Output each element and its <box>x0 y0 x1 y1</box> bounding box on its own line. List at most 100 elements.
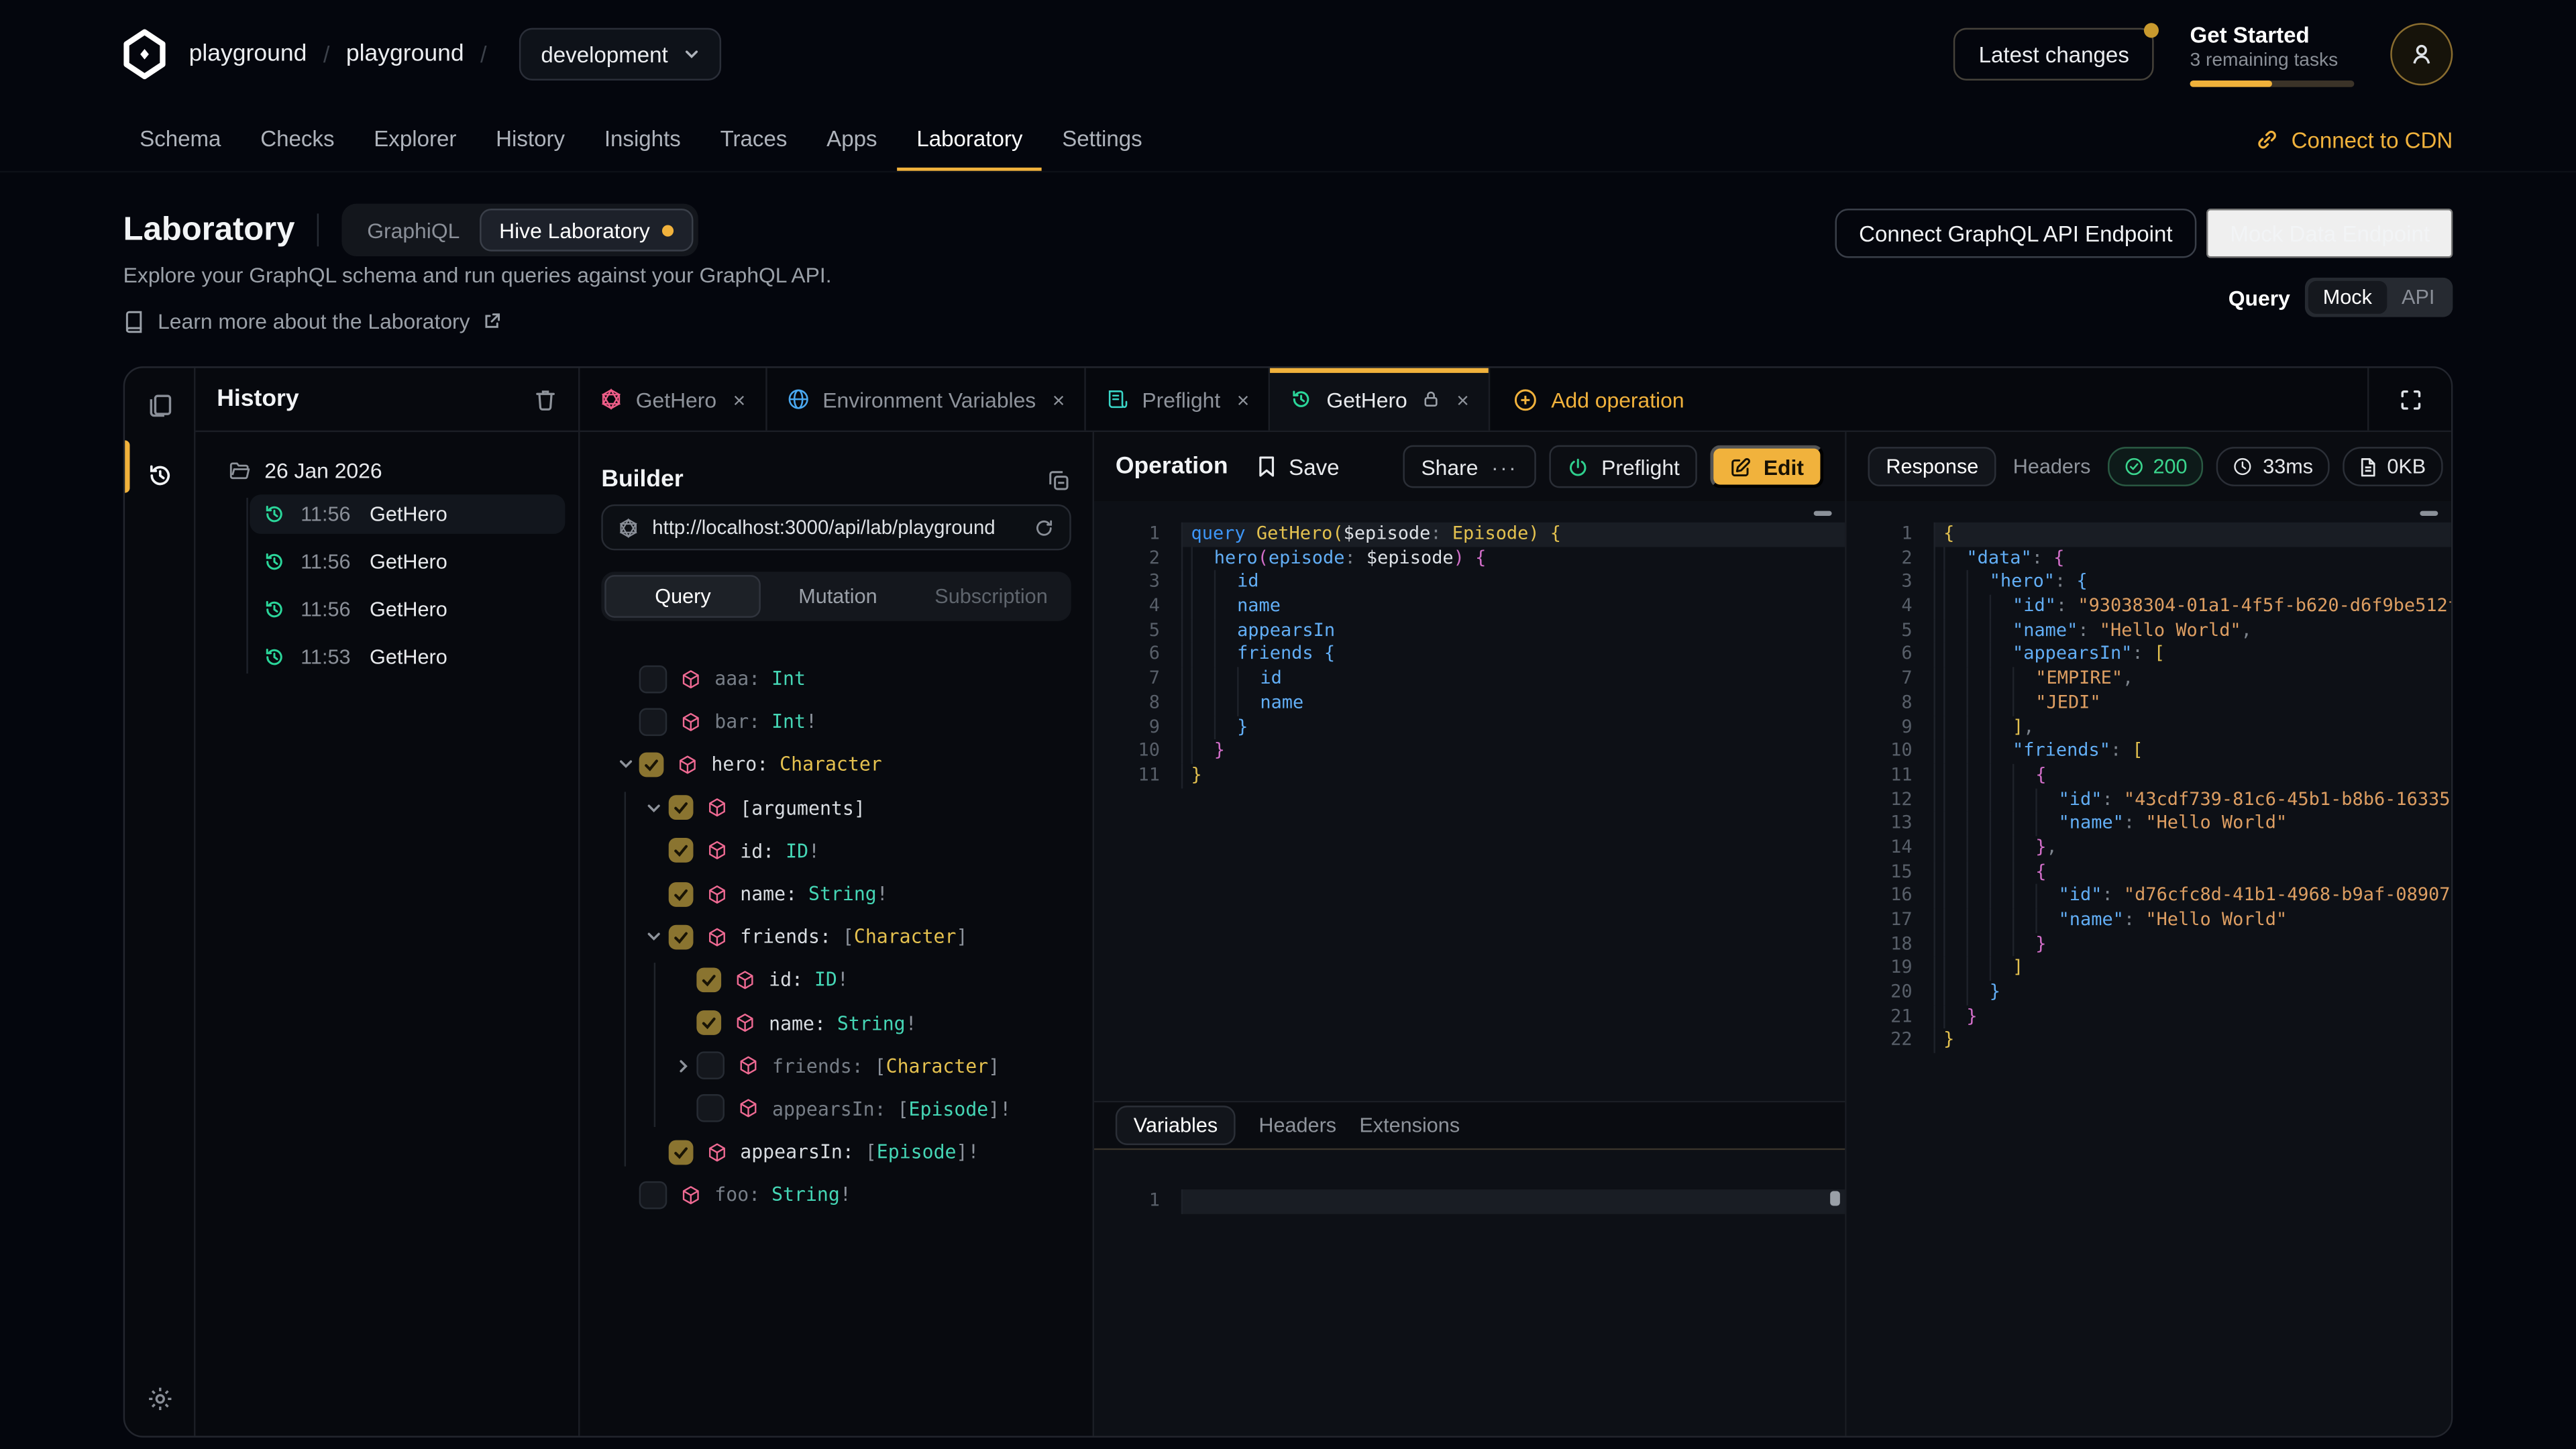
code-line[interactable]: 1{ <box>1847 523 2451 547</box>
scrollbar-thumb[interactable] <box>1830 1191 1840 1206</box>
tree-row[interactable]: aaa: Int <box>601 657 1071 700</box>
tab-variables[interactable]: Variables <box>1116 1106 1236 1145</box>
code-line[interactable]: 9], <box>1847 716 2451 740</box>
field-checkbox[interactable] <box>696 967 721 992</box>
code-line[interactable]: 3"hero": { <box>1847 571 2451 595</box>
history-item[interactable]: 11:56GetHero <box>250 590 565 629</box>
endpoint-url-field[interactable]: http://localhost:3000/api/lab/playground <box>601 504 1071 551</box>
code-line[interactable]: 1query GetHero($episode: Episode) { <box>1094 523 1845 547</box>
tree-row[interactable]: appearsIn: [Episode]! <box>601 1087 1071 1130</box>
connect-endpoint-button[interactable]: Connect GraphQL API Endpoint <box>1834 209 2197 258</box>
nav-item-explorer[interactable]: Explorer <box>354 109 476 171</box>
nav-item-insights[interactable]: Insights <box>584 109 700 171</box>
code-line[interactable]: 4name <box>1094 595 1845 619</box>
field-checkbox[interactable] <box>639 665 667 693</box>
tab-response[interactable]: Response <box>1868 447 1996 486</box>
code-line[interactable]: 15{ <box>1847 860 2451 884</box>
field-checkbox[interactable] <box>668 796 693 820</box>
code-line[interactable]: 10"friends": [ <box>1847 740 2451 764</box>
get-started-widget[interactable]: Get Started 3 remaining tasks <box>2190 22 2354 87</box>
collapse-copy-icon[interactable] <box>1046 468 1071 492</box>
field-checkbox[interactable] <box>668 924 693 949</box>
minimize-editor-icon[interactable] <box>1814 511 1832 516</box>
code-line[interactable]: 14}, <box>1847 836 2451 860</box>
connect-to-cdn-link[interactable]: Connect to CDN <box>2255 109 2453 171</box>
close-icon[interactable]: × <box>1456 387 1469 412</box>
tree-row[interactable]: name: String! <box>601 1002 1071 1044</box>
code-line[interactable]: 7"EMPIRE", <box>1847 667 2451 692</box>
chevron-down-icon[interactable] <box>611 757 639 773</box>
builder-tab-query[interactable]: Query <box>604 575 761 618</box>
nav-item-settings[interactable]: Settings <box>1042 109 1162 171</box>
operation-tab[interactable]: Environment Variables× <box>767 368 1086 431</box>
tree-row[interactable]: [arguments] <box>601 786 1071 829</box>
preflight-button[interactable]: Preflight <box>1549 445 1698 488</box>
save-button[interactable]: Save <box>1258 454 1340 479</box>
add-operation-button[interactable]: Add operation <box>1491 368 1707 431</box>
operation-tab[interactable]: GetHero× <box>580 368 767 431</box>
code-line[interactable]: 21} <box>1847 1005 2451 1029</box>
user-avatar[interactable] <box>2390 23 2453 85</box>
field-checkbox[interactable] <box>639 1181 667 1209</box>
tree-row[interactable]: name: String! <box>601 872 1071 915</box>
code-line[interactable]: 11} <box>1094 763 1845 788</box>
code-line[interactable]: 20} <box>1847 981 2451 1005</box>
history-date-group[interactable]: 26 Jan 2026 <box>209 450 565 490</box>
refresh-icon[interactable] <box>1033 517 1055 538</box>
tree-row[interactable]: foo: String! <box>601 1173 1071 1216</box>
api-option[interactable]: API <box>2387 281 2449 314</box>
tab-headers[interactable]: Headers <box>1258 1114 1336 1136</box>
field-checkbox[interactable] <box>639 753 664 777</box>
documents-icon[interactable] <box>146 391 174 419</box>
history-item[interactable]: 11:56GetHero <box>250 494 565 534</box>
tab-response-headers[interactable]: Headers <box>2013 455 2091 478</box>
code-line[interactable]: 6friends { <box>1094 643 1845 667</box>
chevron-down-icon[interactable] <box>640 928 668 945</box>
mock-endpoint-button[interactable]: Mock Data Endpoint <box>2207 209 2453 258</box>
code-line[interactable]: 11{ <box>1847 763 2451 788</box>
latest-changes-button[interactable]: Latest changes <box>1954 28 2154 80</box>
code-line[interactable]: 2hero(episode: $episode) { <box>1094 547 1845 571</box>
nav-item-checks[interactable]: Checks <box>241 109 354 171</box>
code-line[interactable]: 4"id": "93038304-01a1-4f5f-b620-d6f9be51… <box>1847 595 2451 619</box>
chevron-right-icon[interactable] <box>669 1058 697 1074</box>
code-line[interactable]: 19] <box>1847 957 2451 981</box>
target-selector[interactable]: development <box>520 28 721 80</box>
nav-item-laboratory[interactable]: Laboratory <box>897 109 1042 171</box>
field-checkbox[interactable] <box>696 1010 721 1035</box>
share-button[interactable]: Share ··· <box>1403 445 1536 488</box>
code-line[interactable]: 10} <box>1094 740 1845 764</box>
code-line[interactable]: 8"JEDI" <box>1847 692 2451 716</box>
code-line[interactable]: 1 <box>1094 1189 1845 1214</box>
mock-option[interactable]: Mock <box>2308 281 2387 314</box>
learn-more-link[interactable]: Learn more about the Laboratory <box>123 309 832 333</box>
share-menu-dots-icon[interactable]: ··· <box>1491 454 1517 479</box>
nav-item-history[interactable]: History <box>476 109 585 171</box>
gear-icon[interactable] <box>146 1385 174 1413</box>
code-line[interactable]: 13"name": "Hello World" <box>1847 812 2451 836</box>
operation-tab[interactable]: GetHero× <box>1271 368 1491 431</box>
history-rail-icon[interactable] <box>146 462 174 490</box>
close-icon[interactable]: × <box>1053 387 1065 412</box>
field-checkbox[interactable] <box>668 839 693 863</box>
chevron-down-icon[interactable] <box>640 800 668 816</box>
response-json-viewer[interactable]: 1{2"data": {3"hero": {4"id": "93038304-0… <box>1847 501 2451 1436</box>
code-line[interactable]: 9} <box>1094 716 1845 740</box>
trash-icon[interactable] <box>534 387 557 412</box>
tree-row[interactable]: bar: Int! <box>601 700 1071 743</box>
close-icon[interactable]: × <box>1237 387 1250 412</box>
close-icon[interactable]: × <box>733 387 746 412</box>
code-line[interactable]: 2"data": { <box>1847 547 2451 571</box>
code-line[interactable]: 5"name": "Hello World", <box>1847 619 2451 643</box>
code-line[interactable]: 22} <box>1847 1029 2451 1053</box>
field-checkbox[interactable] <box>639 708 667 736</box>
breadcrumb-project[interactable]: playground <box>346 41 464 67</box>
hive-laboratory-mode-option[interactable]: Hive Laboratory <box>480 209 693 252</box>
edit-button[interactable]: Edit <box>1711 445 1823 488</box>
graphiql-mode-option[interactable]: GraphiQL <box>347 217 480 242</box>
nav-item-apps[interactable]: Apps <box>807 109 897 171</box>
code-line[interactable]: 12"id": "43cdf739-81c6-45b1-b8b6-163356f… <box>1847 788 2451 812</box>
tree-row[interactable]: appearsIn: [Episode]! <box>601 1130 1071 1173</box>
nav-item-schema[interactable]: Schema <box>120 109 241 171</box>
field-checkbox[interactable] <box>668 881 693 906</box>
